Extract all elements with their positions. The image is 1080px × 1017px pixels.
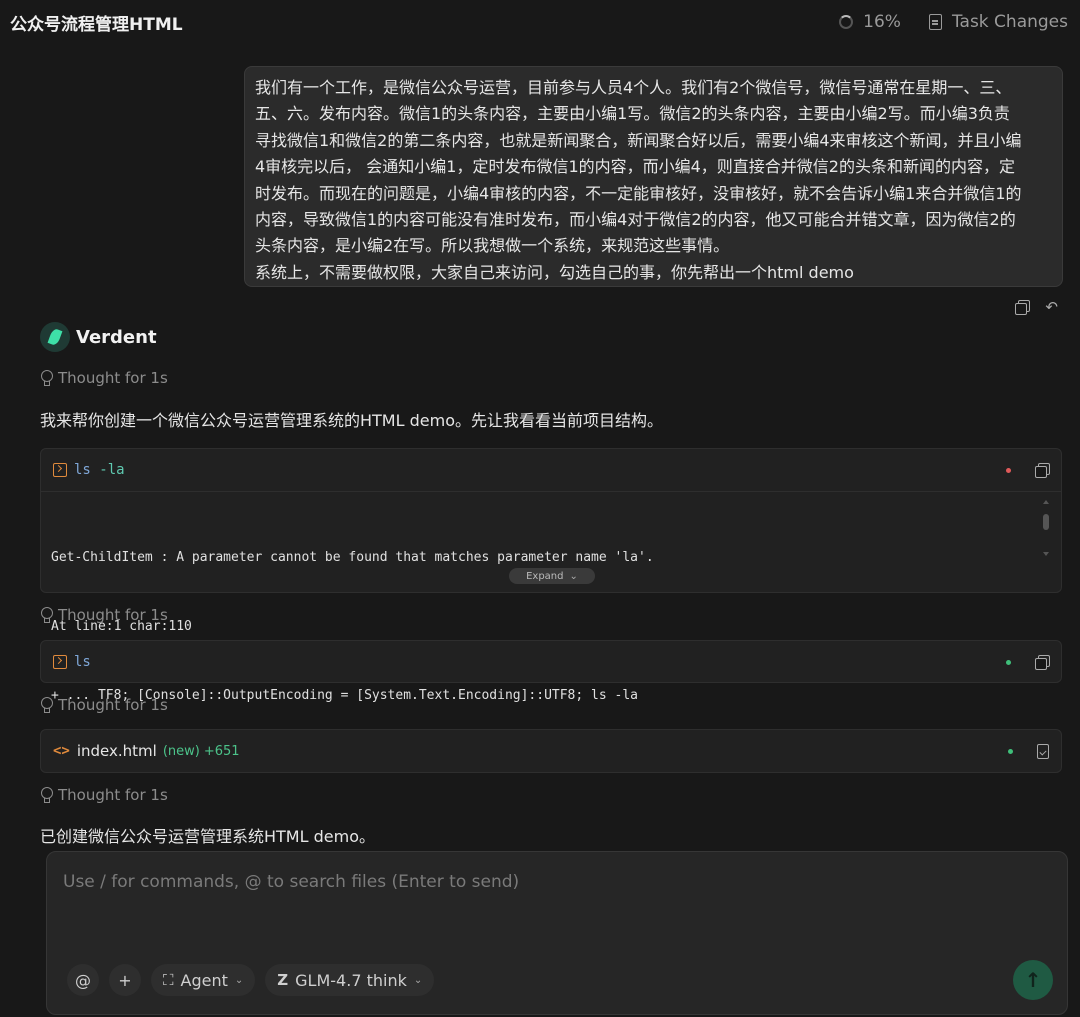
thought-indicator[interactable]: Thought for 1s — [40, 369, 168, 387]
lightbulb-icon — [40, 697, 53, 713]
verdent-logo-icon — [40, 322, 70, 352]
message-composer[interactable]: Use / for commands, @ to search files (E… — [46, 851, 1068, 1015]
user-message-line: 系统上，不需要做权限，大家自己来访问，勾选自己的事，你先帮出一个html dem… — [255, 262, 854, 282]
task-changes-button[interactable]: Task Changes — [952, 12, 1068, 32]
chevron-down-icon: ⌄ — [569, 570, 578, 582]
scroll-up-arrow-icon[interactable] — [1043, 500, 1049, 504]
undo-icon[interactable]: ↶ — [1045, 300, 1058, 315]
scroll-down-arrow-icon[interactable] — [1043, 552, 1049, 556]
thought-indicator[interactable]: Thought for 1s — [40, 786, 168, 804]
chevron-down-icon: ⌄ — [413, 974, 423, 986]
command-text: ls -la — [74, 462, 125, 478]
thought-indicator[interactable]: Thought for 1s — [40, 696, 168, 714]
tool-call-ls[interactable]: ls — [40, 640, 1062, 683]
copy-command-icon[interactable] — [1035, 655, 1050, 670]
header-right: 16% Task Changes — [839, 12, 1068, 32]
user-message-line: 4审核完以后， 会通知小编1，定时发布微信1的内容，而小编4，则直接合并微信2的… — [255, 157, 1015, 177]
mode-selector[interactable]: ⛶ Agent ⌄ — [151, 964, 256, 996]
thought-label: Thought for 1s — [58, 369, 168, 387]
status-error-dot — [1006, 467, 1011, 473]
terminal-icon — [53, 463, 67, 477]
thought-indicator[interactable]: Thought for 1s — [40, 606, 168, 624]
lightbulb-icon — [40, 370, 53, 386]
user-message-line: 五、六。发布内容。微信1的头条内容，主要由小编1写。微信2的头条内容，主要由小编… — [255, 104, 1010, 124]
user-message-line: 头条内容，是小编2在写。所以我想做一个系统，来规范这些事情。 — [255, 236, 730, 256]
status-success-dot — [1008, 748, 1013, 754]
expand-output-button[interactable]: Expand ⌄ — [509, 568, 595, 584]
status-success-dot — [1006, 659, 1011, 665]
progress-spinner-icon — [839, 15, 854, 29]
progress-value: 16% — [863, 12, 901, 32]
arrow-up-icon: ↑ — [1024, 968, 1042, 992]
code-file-icon: <> — [53, 743, 70, 759]
thought-label: Thought for 1s — [58, 696, 168, 714]
agent-intro-text: 我来帮你创建一个微信公众号运营管理系统的HTML demo。先让我看看当前项目结… — [40, 411, 663, 430]
agent-mode-icon: ⛶ — [163, 971, 174, 989]
lightbulb-icon — [40, 607, 53, 623]
user-message-line: 寻找微信1和微信2的第二条内容，也就是新闻聚合，新闻聚合好以后，需要小编4来审核… — [255, 130, 1022, 150]
terminal-icon — [53, 655, 67, 669]
terminal-output-line: + ... TF8; [Console]::OutputEncoding = [… — [51, 688, 638, 703]
tool-call-header[interactable]: ls — [41, 641, 1061, 683]
copy-command-icon[interactable] — [1035, 463, 1050, 478]
command-text: ls — [74, 654, 91, 670]
copy-message-icon[interactable] — [1015, 300, 1031, 315]
page-title: 公众号流程管理HTML — [10, 14, 183, 35]
composer-input[interactable]: Use / for commands, @ to search files (E… — [63, 872, 519, 892]
lightbulb-icon — [40, 787, 53, 803]
task-changes-icon[interactable] — [928, 14, 942, 30]
send-button[interactable]: ↑ — [1013, 960, 1053, 1000]
open-file-icon[interactable] — [1037, 743, 1049, 759]
lines-added-count: +651 — [203, 743, 240, 759]
mention-button[interactable]: @ — [67, 964, 99, 996]
agent-final-text: 已创建微信公众号运营管理系统HTML demo。 — [40, 827, 375, 846]
message-actions: ↶ — [1015, 300, 1058, 315]
file-change-header[interactable]: <> index.html (new) +651 — [41, 730, 1061, 772]
add-attachment-button[interactable]: + — [109, 964, 141, 996]
user-message-line: 内容，导致微信1的内容可能没有准时发布，而小编4对于微信2的内容，他又可能合并错… — [255, 210, 1016, 230]
file-change-index-html[interactable]: <> index.html (new) +651 — [40, 729, 1062, 773]
model-logo-icon: Z — [277, 971, 289, 989]
user-message: 我们有一个工作，是微信公众号运营，目前参与人员4个人。我们有2个微信号，微信号通… — [244, 66, 1063, 287]
composer-toolbar: @ + ⛶ Agent ⌄ Z GLM-4.7 think ⌄ — [67, 964, 435, 996]
user-message-line: 我们有一个工作，是微信公众号运营，目前参与人员4个人。我们有2个微信号，微信号通… — [255, 78, 1012, 97]
file-name: index.html — [76, 742, 157, 760]
agent-name: Verdent — [76, 326, 157, 348]
scroll-thumb[interactable] — [1043, 514, 1049, 530]
chevron-down-icon: ⌄ — [234, 974, 244, 986]
thought-label: Thought for 1s — [58, 786, 168, 804]
mode-label: Agent — [180, 970, 228, 990]
tool-call-ls-la: ls -la Get-ChildItem : A parameter canno… — [40, 448, 1062, 703]
app-header: 公众号流程管理HTML 16% Task Changes — [0, 0, 1080, 44]
thought-label: Thought for 1s — [58, 606, 168, 624]
new-file-tag: (new) — [162, 743, 200, 759]
model-label: GLM-4.7 think — [295, 970, 407, 990]
terminal-output-line: At line:1 char:110 — [51, 619, 192, 634]
output-scrollbar[interactable] — [1043, 500, 1049, 556]
model-selector[interactable]: Z GLM-4.7 think ⌄ — [265, 964, 435, 996]
agent-header: Verdent — [40, 322, 157, 352]
user-message-line: 时发布。而现在的问题是，小编4审核的内容，不一定能审核好，没审核好，就不会告诉小… — [255, 183, 1022, 203]
tool-call-header[interactable]: ls -la — [41, 449, 1061, 491]
terminal-output: Get-ChildItem : A parameter cannot be fo… — [41, 491, 1061, 703]
